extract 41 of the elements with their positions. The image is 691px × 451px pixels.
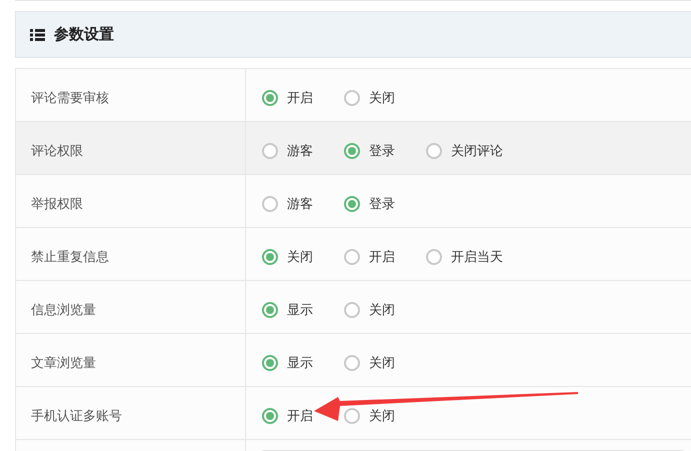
option-label[interactable]: 显示 — [287, 301, 313, 319]
option-label[interactable]: 关闭 — [369, 407, 395, 425]
radio-button[interactable] — [262, 90, 278, 106]
radio-button[interactable] — [344, 355, 360, 371]
radio-button[interactable] — [344, 249, 360, 265]
option-label[interactable]: 游客 — [287, 195, 313, 213]
option-label[interactable]: 显示 — [287, 354, 313, 372]
option-label[interactable]: 关闭 — [369, 89, 395, 107]
option-label[interactable]: 关闭 — [369, 301, 395, 319]
radio-button[interactable] — [262, 302, 278, 318]
radio-button[interactable] — [262, 408, 278, 424]
list-icon — [30, 28, 45, 40]
radio-button[interactable] — [262, 143, 278, 159]
option-label[interactable]: 开启 — [287, 407, 313, 425]
option-label[interactable]: 登录 — [369, 142, 395, 160]
radio-button[interactable] — [344, 90, 360, 106]
setting-label: 手机认证多账号 — [31, 409, 122, 424]
radio-button[interactable] — [344, 408, 360, 424]
setting-label: 信息浏览量 — [31, 303, 96, 318]
option-label[interactable]: 游客 — [287, 142, 313, 160]
radio-button[interactable] — [344, 143, 360, 159]
option-label[interactable]: 登录 — [369, 195, 395, 213]
setting-label: 禁止重复信息 — [31, 250, 109, 265]
option-label[interactable]: 关闭 — [287, 248, 313, 266]
radio-button[interactable] — [344, 302, 360, 318]
option-label[interactable]: 开启 — [287, 89, 313, 107]
option-label[interactable]: 关闭评论 — [451, 142, 503, 160]
setting-label: 评论需要审核 — [31, 91, 109, 106]
radio-button[interactable] — [426, 249, 442, 265]
setting-label: 举报权限 — [31, 197, 83, 212]
radio-button[interactable] — [262, 355, 278, 371]
option-label[interactable]: 关闭 — [369, 354, 395, 372]
option-label[interactable]: 开启当天 — [451, 248, 503, 266]
setting-label: 文章浏览量 — [31, 356, 96, 371]
radio-button[interactable] — [262, 196, 278, 212]
option-label[interactable]: 开启 — [369, 248, 395, 266]
panel-title: 参数设置 — [54, 25, 114, 44]
radio-button[interactable] — [262, 249, 278, 265]
setting-label: 评论权限 — [31, 144, 83, 159]
radio-button[interactable] — [344, 196, 360, 212]
radio-button[interactable] — [426, 143, 442, 159]
